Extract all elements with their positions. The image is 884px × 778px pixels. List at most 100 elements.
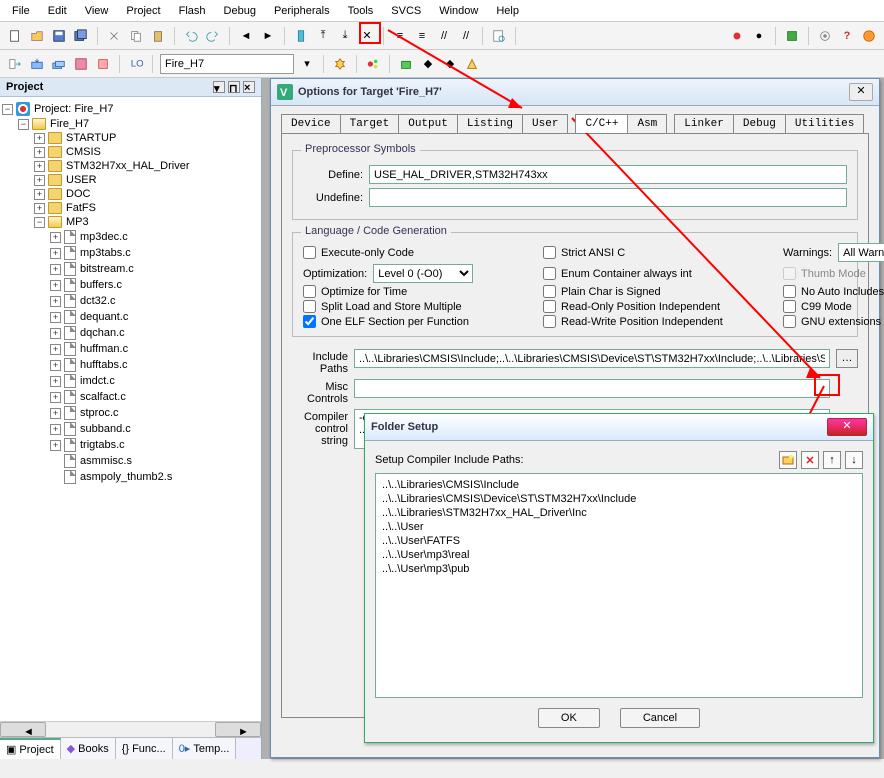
stop-build-icon[interactable] — [94, 55, 112, 73]
tab-linker[interactable]: Linker — [674, 114, 734, 133]
func-window-icon[interactable]: ◆ — [441, 55, 459, 73]
chk-rw-pos[interactable] — [543, 315, 556, 328]
menu-peripherals[interactable]: Peripherals — [266, 3, 338, 19]
nav-fwd-icon[interactable]: ► — [259, 27, 277, 45]
panel-pin-icon[interactable]: ⊓ — [228, 81, 240, 93]
batch-build-icon[interactable] — [72, 55, 90, 73]
find-in-files-icon[interactable] — [490, 27, 508, 45]
about-icon[interactable] — [860, 27, 878, 45]
indent-icon[interactable]: ≡ — [391, 27, 409, 45]
translate-icon[interactable] — [6, 55, 24, 73]
tree-file[interactable]: +huffman.c — [2, 341, 259, 357]
chk-gnu[interactable] — [783, 315, 796, 328]
folder-up-button[interactable]: ↑ — [823, 451, 841, 469]
breakpoint-icon[interactable]: ● — [750, 27, 768, 45]
bookmark-clear-icon[interactable]: ✕ — [358, 27, 376, 45]
build-icon[interactable] — [783, 27, 801, 45]
tree-file[interactable]: asmmisc.s — [2, 453, 259, 469]
temp-window-icon[interactable] — [463, 55, 481, 73]
tree-file[interactable]: +scalfact.c — [2, 389, 259, 405]
folder-titlebar[interactable]: Folder Setup ✕ — [365, 414, 873, 441]
outdent-icon[interactable]: ≡ — [413, 27, 431, 45]
undo-icon[interactable] — [182, 27, 200, 45]
folder-down-button[interactable]: ↓ — [845, 451, 863, 469]
help-icon[interactable]: ? — [838, 27, 856, 45]
target-dropdown-icon[interactable]: ▾ — [298, 55, 316, 73]
panel-close-icon[interactable]: × — [243, 81, 255, 93]
menu-file[interactable]: File — [4, 3, 38, 19]
books-window-icon[interactable]: ◆ — [419, 55, 437, 73]
optimization-select[interactable]: Level 0 (-O0) — [373, 264, 473, 283]
tree-file[interactable]: +mp3tabs.c — [2, 245, 259, 261]
include-paths-input[interactable] — [354, 349, 830, 368]
tree-file[interactable]: +stproc.c — [2, 405, 259, 421]
tab-books[interactable]: ◆Books — [61, 738, 116, 759]
folder-close-button[interactable]: ✕ — [827, 418, 867, 436]
tab-utilities[interactable]: Utilities — [785, 114, 864, 133]
rebuild-icon[interactable] — [50, 55, 68, 73]
chk-plain-char[interactable] — [543, 285, 556, 298]
menu-svcs[interactable]: SVCS — [383, 3, 429, 19]
chk-enum-int[interactable] — [543, 267, 556, 280]
tab-debug[interactable]: Debug — [733, 114, 786, 133]
folder-path-item[interactable]: ..\..\User\FATFS — [382, 534, 856, 548]
bookmark-next-icon[interactable]: ⤓ — [336, 27, 354, 45]
chk-ro-pos[interactable] — [543, 300, 556, 313]
folder-ok-button[interactable]: OK — [538, 708, 600, 728]
tab-cc[interactable]: C/C++ — [575, 114, 628, 133]
menu-view[interactable]: View — [77, 3, 117, 19]
options-close-button[interactable]: ✕ — [849, 83, 873, 101]
chk-split-ls[interactable] — [303, 300, 316, 313]
menu-project[interactable]: Project — [118, 3, 168, 19]
tab-asm[interactable]: Asm — [627, 114, 667, 133]
tree-file[interactable]: +dqchan.c — [2, 325, 259, 341]
tree-file[interactable]: +trigtabs.c — [2, 437, 259, 453]
tab-device[interactable]: Device — [281, 114, 341, 133]
tab-listing[interactable]: Listing — [457, 114, 523, 133]
menu-flash[interactable]: Flash — [171, 3, 214, 19]
folder-path-item[interactable]: ..\..\Libraries\CMSIS\Include — [382, 478, 856, 492]
tree-file[interactable]: asmpoly_thumb2.s — [2, 469, 259, 485]
chk-strict-ansi[interactable] — [543, 246, 556, 259]
undefine-input[interactable] — [369, 188, 847, 207]
folder-path-item[interactable]: ..\..\Libraries\CMSIS\Device\ST\STM32H7x… — [382, 492, 856, 506]
folder-cancel-button[interactable]: Cancel — [620, 708, 700, 728]
tree-file[interactable]: +hufftabs.c — [2, 357, 259, 373]
chk-one-elf[interactable] — [303, 315, 316, 328]
comment-icon[interactable]: // — [435, 27, 453, 45]
folder-path-item[interactable]: ..\..\User\mp3\pub — [382, 562, 856, 576]
paste-icon[interactable] — [149, 27, 167, 45]
menu-help[interactable]: Help — [488, 3, 527, 19]
tree-file[interactable]: +dequant.c — [2, 309, 259, 325]
warnings-select[interactable]: All Warnings — [838, 243, 884, 262]
chk-no-auto[interactable] — [783, 285, 796, 298]
tab-functions[interactable]: {}Func... — [116, 738, 173, 759]
cut-icon[interactable] — [105, 27, 123, 45]
tab-templates[interactable]: 0▸Temp... — [173, 738, 237, 759]
panel-menu-icon[interactable]: ▾ — [213, 81, 225, 93]
include-browse-button[interactable]: … — [836, 349, 858, 368]
folder-path-list[interactable]: ..\..\Libraries\CMSIS\Include..\..\Libra… — [375, 473, 863, 698]
folder-delete-button[interactable]: ✕ — [801, 451, 819, 469]
tree-hscroll[interactable]: ◄► — [0, 721, 261, 737]
menu-debug[interactable]: Debug — [216, 3, 264, 19]
project-tree[interactable]: −Project: Fire_H7 −Fire_H7 +STARTUP +CMS… — [0, 97, 261, 721]
download-icon[interactable]: LOAD — [127, 55, 145, 73]
folder-path-item[interactable]: ..\..\User\mp3\real — [382, 548, 856, 562]
bookmark-icon[interactable] — [292, 27, 310, 45]
tree-group-user[interactable]: +USER — [2, 173, 259, 187]
open-icon[interactable] — [28, 27, 46, 45]
build-target-icon[interactable] — [28, 55, 46, 73]
target-selector[interactable] — [160, 54, 294, 74]
tree-root[interactable]: −Project: Fire_H7 — [2, 101, 259, 117]
options-titlebar[interactable]: VOptions for Target 'Fire_H7' ✕ — [271, 79, 879, 106]
manage-rte-icon[interactable] — [364, 55, 382, 73]
tab-user[interactable]: User — [522, 114, 568, 133]
chk-opt-time[interactable] — [303, 285, 316, 298]
tree-group-mp3[interactable]: −MP3 — [2, 215, 259, 229]
define-input[interactable] — [369, 165, 847, 184]
debug-session-icon[interactable] — [728, 27, 746, 45]
misc-controls-input[interactable] — [354, 379, 830, 398]
folder-new-button[interactable] — [779, 451, 797, 469]
tree-group-doc[interactable]: +DOC — [2, 187, 259, 201]
